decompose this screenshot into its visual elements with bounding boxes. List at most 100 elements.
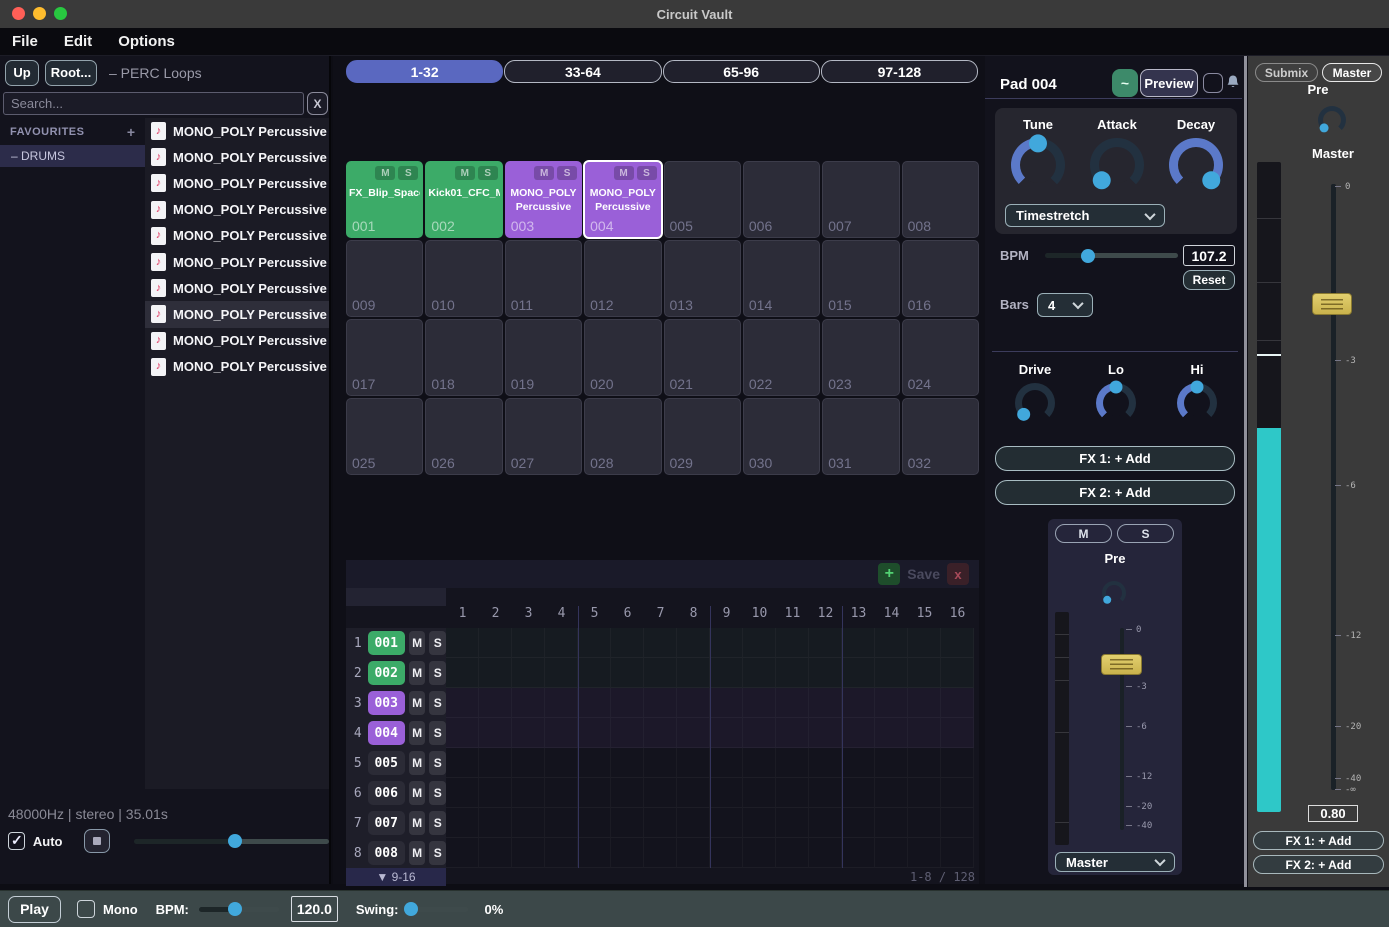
row-solo-button[interactable]: S (429, 691, 446, 715)
swing-slider[interactable] (406, 907, 468, 912)
step-cell[interactable] (446, 778, 479, 808)
row-pad-chip[interactable]: 008 (368, 841, 405, 865)
master-gain-value[interactable]: 0.80 (1308, 805, 1358, 822)
row-mute-button[interactable]: M (409, 631, 426, 655)
step-cell[interactable] (776, 838, 809, 868)
lo-knob[interactable] (1096, 383, 1136, 423)
pad[interactable]: 012 (584, 240, 661, 317)
step-cell[interactable] (677, 628, 710, 658)
bank-tab[interactable]: 33-64 (504, 60, 661, 83)
step-cell[interactable] (710, 778, 743, 808)
pad-solo-chip[interactable]: S (637, 166, 657, 180)
pad-bpm-value[interactable]: 107.2 (1183, 245, 1235, 266)
step-cell[interactable] (809, 688, 842, 718)
pattern-tab[interactable] (346, 588, 446, 606)
minimize-window-icon[interactable] (33, 7, 46, 20)
pad[interactable]: 028 (584, 398, 661, 475)
step-cell[interactable] (644, 808, 677, 838)
step-cell[interactable] (512, 658, 545, 688)
master-fader-handle[interactable] (1312, 293, 1352, 315)
row-pad-chip[interactable]: 002 (368, 661, 405, 685)
step-cell[interactable] (842, 628, 875, 658)
pad[interactable]: 021 (664, 319, 741, 396)
step-cell[interactable] (446, 718, 479, 748)
pad[interactable]: 014 (743, 240, 820, 317)
step-cell[interactable] (941, 688, 974, 718)
pad[interactable]: MSFX_Blip_Space...001 (346, 161, 423, 238)
pad[interactable]: 026 (425, 398, 502, 475)
step-cell[interactable] (677, 778, 710, 808)
step-cell[interactable] (545, 658, 578, 688)
pad-solo-chip[interactable]: S (557, 166, 577, 180)
step-cell[interactable] (611, 628, 644, 658)
step-cell[interactable] (875, 778, 908, 808)
step-cell[interactable] (875, 718, 908, 748)
pad-mute-button[interactable]: M (1055, 524, 1112, 543)
row-mute-button[interactable]: M (409, 781, 426, 805)
step-cell[interactable] (809, 628, 842, 658)
step-cell[interactable] (611, 718, 644, 748)
file-list-item[interactable]: ♪MONO_POLY Percussive Lo... (145, 249, 329, 275)
row-pad-chip[interactable]: 006 (368, 781, 405, 805)
pad-fx1-add-button[interactable]: FX 1: + Add (995, 446, 1235, 471)
transport-bpm-slider[interactable] (199, 907, 279, 912)
pad[interactable]: MSMONO_POLY Percussive Lo...003 (505, 161, 582, 238)
step-cell[interactable] (578, 808, 611, 838)
file-list-item[interactable]: ♪MONO_POLY Percussive Lo... (145, 197, 329, 223)
row-solo-button[interactable]: S (429, 661, 446, 685)
master-fx2-add-button[interactable]: FX 2: + Add (1253, 855, 1384, 874)
bars-dropdown[interactable]: 4 (1037, 293, 1093, 317)
pad-solo-chip[interactable]: S (398, 166, 418, 180)
file-list-item[interactable]: ♪MONO_POLY Percussive Lo... (145, 118, 329, 144)
step-cell[interactable] (644, 658, 677, 688)
pad-pan-knob[interactable] (1102, 581, 1126, 605)
step-cell[interactable] (644, 718, 677, 748)
step-cell[interactable] (578, 658, 611, 688)
pad[interactable]: 024 (902, 319, 979, 396)
auto-checkbox[interactable] (8, 832, 25, 850)
step-cell[interactable] (842, 718, 875, 748)
step-cell[interactable] (644, 628, 677, 658)
step-cell[interactable] (842, 838, 875, 868)
maximize-window-icon[interactable] (54, 7, 67, 20)
pad[interactable]: 030 (743, 398, 820, 475)
play-button[interactable]: Play (8, 896, 61, 923)
step-cell[interactable] (578, 748, 611, 778)
row-pad-chip[interactable]: 001 (368, 631, 405, 655)
pad[interactable]: 031 (822, 398, 899, 475)
pad-fader-handle[interactable] (1101, 654, 1142, 675)
step-cell[interactable] (578, 718, 611, 748)
pad[interactable]: 019 (505, 319, 582, 396)
search-input[interactable] (3, 92, 304, 115)
step-cell[interactable] (776, 808, 809, 838)
pad[interactable]: 017 (346, 319, 423, 396)
file-list-item[interactable]: ♪MONO_POLY Percussive Lo... (145, 275, 329, 301)
bank-tab[interactable]: 65-96 (663, 60, 820, 83)
step-cell[interactable] (479, 658, 512, 688)
pad-mute-chip[interactable]: M (614, 166, 634, 180)
step-grid[interactable] (446, 628, 974, 868)
mono-checkbox[interactable] (77, 900, 95, 918)
file-list-item[interactable]: ♪MONO_POLY Percussive Lo... (145, 354, 329, 380)
pad[interactable]: 023 (822, 319, 899, 396)
step-cell[interactable] (875, 808, 908, 838)
menu-item[interactable]: Edit (64, 33, 92, 50)
step-cell[interactable] (776, 748, 809, 778)
step-cell[interactable] (743, 718, 776, 748)
step-cell[interactable] (710, 808, 743, 838)
step-cell[interactable] (941, 628, 974, 658)
preview-button[interactable]: Preview (1140, 69, 1198, 97)
step-cell[interactable] (578, 778, 611, 808)
step-cell[interactable] (677, 808, 710, 838)
step-cell[interactable] (941, 838, 974, 868)
step-cell[interactable] (941, 718, 974, 748)
step-cell[interactable] (809, 658, 842, 688)
step-cell[interactable] (743, 778, 776, 808)
step-cell[interactable] (512, 718, 545, 748)
pad-solo-button[interactable]: S (1117, 524, 1174, 543)
pad[interactable]: 010 (425, 240, 502, 317)
slider-thumb[interactable] (228, 834, 242, 848)
step-cell[interactable] (776, 688, 809, 718)
stop-preview-button[interactable] (84, 829, 109, 853)
step-cell[interactable] (512, 838, 545, 868)
